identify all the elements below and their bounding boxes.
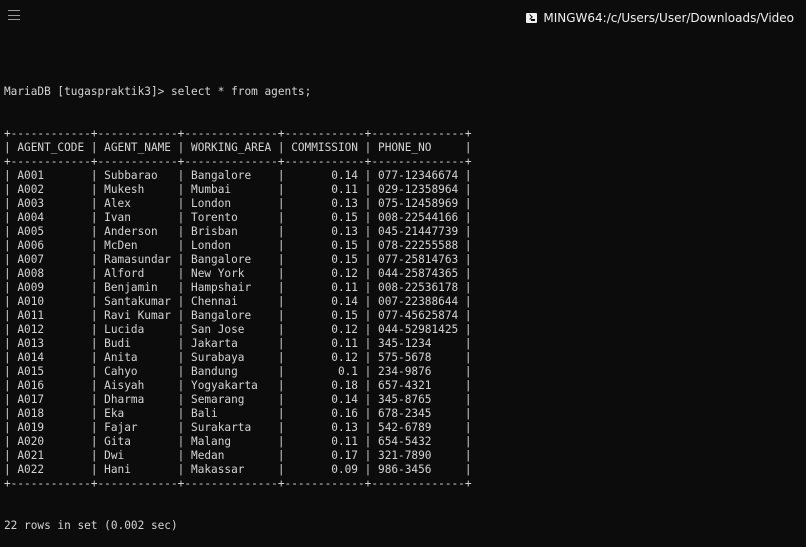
table-row: | A009 | Benjamin | Hampshair | 0.11 | 0… [4, 281, 472, 294]
table-row: | A021 | Dwi | Medan | 0.17 | 321-7890 | [4, 449, 472, 462]
table-row: | A019 | Fajar | Surakarta | 0.13 | 542-… [4, 421, 472, 434]
table-row: | A016 | Aisyah | Yogyakarta | 0.18 | 65… [4, 379, 472, 392]
table-row: | A008 | Alford | New York | 0.12 | 044-… [4, 267, 472, 280]
window-title-group: MINGW64:/c/Users/User/Downloads/Video [526, 11, 794, 25]
title-bar: MINGW64:/c/Users/User/Downloads/Video [0, 0, 806, 38]
command-text: select * from agents; [170, 85, 312, 98]
table-row: | A017 | Dharma | Semarang | 0.14 | 345-… [4, 393, 472, 406]
table-header-row: | AGENT_CODE | AGENT_NAME | WORKING_AREA… [4, 141, 472, 154]
table-row: | A020 | Gita | Malang | 0.11 | 654-5432… [4, 435, 472, 448]
table-row: | A004 | Ivan | Torento | 0.15 | 008-225… [4, 211, 472, 224]
table-row: | A001 | Subbarao | Bangalore | 0.14 | 0… [4, 169, 472, 182]
table-border-top: +------------+------------+-------------… [4, 127, 472, 140]
table-row: | A005 | Anderson | Brisban | 0.13 | 045… [4, 225, 472, 238]
table-row: | A012 | Lucida | San Jose | 0.12 | 044-… [4, 323, 472, 336]
table-row: | A010 | Santakumar | Chennai | 0.14 | 0… [4, 295, 472, 308]
table-row: | A015 | Cahyo | Bandung | 0.1 | 234-987… [4, 365, 472, 378]
table-row: | A011 | Ravi Kumar | Bangalore | 0.15 |… [4, 309, 472, 322]
table-row: | A002 | Mukesh | Mumbai | 0.11 | 029-12… [4, 183, 472, 196]
table-row: | A003 | Alex | London | 0.13 | 075-1245… [4, 197, 472, 210]
hamburger-menu-icon[interactable] [8, 10, 20, 20]
table-row: | A006 | McDen | London | 0.15 | 078-222… [4, 239, 472, 252]
terminal-output[interactable]: MariaDB [tugaspraktik3]> select * from a… [4, 57, 472, 547]
table-row: | A007 | Ramasundar | Bangalore | 0.15 |… [4, 253, 472, 266]
prompt: MariaDB [tugaspraktik3]> [4, 85, 165, 98]
table-row: | A014 | Anita | Surabaya | 0.12 | 575-5… [4, 351, 472, 364]
terminal-icon [526, 13, 538, 23]
command-line: MariaDB [tugaspraktik3]> select * from a… [4, 85, 472, 99]
summary-line: 22 rows in set (0.002 sec) [4, 519, 178, 532]
table-row: | A013 | Budi | Jakarta | 0.11 | 345-123… [4, 337, 472, 350]
result-table: +------------+------------+-------------… [4, 127, 472, 491]
table-border-bottom: +------------+------------+-------------… [4, 477, 472, 490]
table-row: | A018 | Eka | Bali | 0.16 | 678-2345 | [4, 407, 472, 420]
window-title: MINGW64:/c/Users/User/Downloads/Video [543, 11, 794, 25]
table-row: | A022 | Hani | Makassar | 0.09 | 986-34… [4, 463, 472, 476]
table-header-separator: +------------+------------+-------------… [4, 155, 472, 168]
